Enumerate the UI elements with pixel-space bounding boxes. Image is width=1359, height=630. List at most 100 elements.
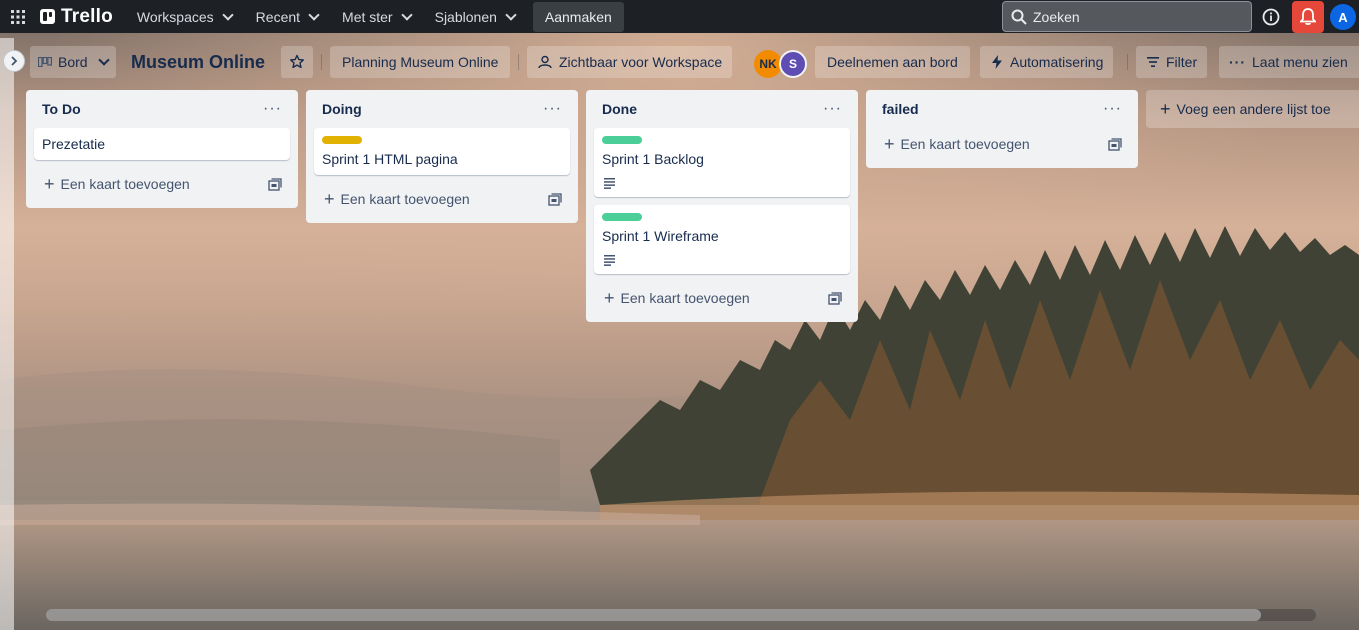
- list-doing[interactable]: Doing ··· Sprint 1 HTML pagina + Een kaa…: [306, 90, 578, 223]
- chevron-down-icon: [400, 8, 413, 21]
- menu-recent[interactable]: Recent: [246, 1, 328, 33]
- sidebar-expand-button[interactable]: [3, 50, 25, 72]
- card[interactable]: Prezetatie: [34, 128, 290, 160]
- view-switcher-button[interactable]: Bord: [30, 46, 116, 78]
- card-title: Sprint 1 HTML pagina: [322, 151, 458, 167]
- add-card-button[interactable]: + Een kaart toevoegen: [314, 183, 570, 215]
- star-icon: [290, 54, 304, 69]
- board-header: Bord Museum Online Planning Museum Onlin…: [0, 38, 1359, 86]
- show-menu-button[interactable]: ··· Laat menu zien: [1219, 46, 1359, 78]
- template-icon[interactable]: [828, 291, 842, 305]
- plus-icon: +: [1160, 99, 1171, 119]
- plus-icon: +: [44, 174, 55, 194]
- card-title: Prezetatie: [42, 136, 106, 152]
- menu-label: Sjablonen: [434, 8, 497, 25]
- list-title[interactable]: failed: [882, 101, 919, 117]
- list-actions-icon[interactable]: ···: [263, 101, 282, 117]
- description-icon: [604, 255, 615, 266]
- list-failed[interactable]: failed ··· + Een kaart toevoegen: [866, 90, 1138, 168]
- board-view-icon: [38, 57, 52, 67]
- template-icon[interactable]: [268, 177, 282, 191]
- menu-label: Met ster: [342, 8, 393, 25]
- star-board-button[interactable]: [281, 46, 313, 78]
- filter-button[interactable]: Filter: [1136, 46, 1208, 78]
- add-card-button[interactable]: + Een kaart toevoegen: [594, 282, 850, 314]
- board-title[interactable]: Museum Online: [131, 52, 265, 73]
- card-title: Sprint 1 Wireframe: [602, 228, 719, 244]
- planning-button[interactable]: Planning Museum Online: [330, 46, 511, 78]
- notifications-button[interactable]: [1292, 1, 1324, 33]
- sidebar-edge: [0, 38, 14, 630]
- chevron-down-icon: [505, 8, 517, 21]
- template-icon[interactable]: [548, 192, 562, 206]
- list-title[interactable]: Doing: [322, 101, 362, 117]
- scrollbar-thumb[interactable]: [46, 609, 1261, 621]
- top-navigation: Trello Workspaces Recent Met ster Sjablo…: [0, 0, 1359, 33]
- menu-templates[interactable]: Sjablonen: [425, 1, 525, 33]
- menu-label: Workspaces: [136, 8, 214, 25]
- card[interactable]: Sprint 1 Backlog: [594, 128, 850, 197]
- create-button[interactable]: Aanmaken: [532, 1, 624, 32]
- card-label-yellow[interactable]: [322, 136, 362, 144]
- template-icon[interactable]: [1108, 137, 1122, 151]
- divider: [321, 54, 322, 70]
- add-card-button[interactable]: + Een kaart toevoegen: [874, 128, 1130, 160]
- plus-icon: +: [324, 189, 335, 209]
- member-avatar-s[interactable]: S: [779, 50, 807, 78]
- list-actions-icon[interactable]: ···: [1103, 101, 1122, 117]
- description-icon: [604, 178, 615, 189]
- add-card-label: Een kaart toevoegen: [60, 176, 190, 192]
- chevron-right-icon: [11, 56, 18, 66]
- trello-logo[interactable]: Trello: [40, 6, 113, 28]
- app-switcher-icon[interactable]: [0, 0, 36, 33]
- list-header: failed ···: [874, 90, 1130, 128]
- menu-label: Recent: [255, 8, 301, 25]
- more-icon: ···: [1229, 54, 1246, 70]
- visibility-label: Zichtbaar voor Workspace: [559, 54, 723, 70]
- card-label-green[interactable]: [602, 213, 642, 221]
- add-card-label: Een kaart toevoegen: [340, 191, 470, 207]
- info-icon[interactable]: [1260, 6, 1282, 28]
- card[interactable]: Sprint 1 Wireframe: [594, 205, 850, 274]
- menu-workspaces[interactable]: Workspaces: [127, 1, 242, 33]
- search-placeholder: Zoeken: [1033, 8, 1080, 25]
- card[interactable]: Sprint 1 HTML pagina: [314, 128, 570, 175]
- divider: [1127, 54, 1128, 70]
- chevron-down-icon: [222, 8, 234, 21]
- add-list-label: Voeg een andere lijst toe: [1176, 101, 1331, 117]
- search-icon: [1011, 9, 1027, 25]
- divider: [518, 54, 519, 70]
- search-input[interactable]: Zoeken: [1002, 1, 1252, 32]
- list-title[interactable]: Done: [602, 101, 637, 117]
- bell-icon: [1300, 8, 1316, 26]
- lightning-icon: [992, 55, 1002, 69]
- automation-label: Automatisering: [1010, 54, 1104, 70]
- people-icon: [538, 55, 552, 69]
- card-title: Sprint 1 Backlog: [602, 151, 704, 167]
- list-todo[interactable]: To Do ··· Prezetatie + Een kaart toevoeg…: [26, 90, 298, 208]
- visibility-button[interactable]: Zichtbaar voor Workspace: [527, 46, 733, 78]
- show-menu-label: Laat menu zien: [1252, 54, 1348, 70]
- list-title[interactable]: To Do: [42, 101, 81, 117]
- plus-icon: +: [604, 288, 615, 308]
- add-list-button[interactable]: + Voeg een andere lijst toe: [1146, 90, 1359, 128]
- join-board-button[interactable]: Deelnemen aan bord: [815, 46, 970, 78]
- list-header: To Do ···: [34, 90, 290, 128]
- filter-label: Filter: [1166, 54, 1198, 70]
- plus-icon: +: [884, 134, 895, 154]
- automation-button[interactable]: Automatisering: [980, 46, 1114, 78]
- list-done[interactable]: Done ··· Sprint 1 Backlog Sprint 1 Wiref…: [586, 90, 858, 322]
- card-label-green[interactable]: [602, 136, 642, 144]
- member-avatar-nk[interactable]: NK: [754, 50, 782, 78]
- list-actions-icon[interactable]: ···: [823, 101, 842, 117]
- list-header: Doing ···: [314, 90, 570, 128]
- filter-icon: [1147, 57, 1159, 67]
- chevron-down-icon: [97, 54, 110, 66]
- add-card-label: Een kaart toevoegen: [900, 136, 1030, 152]
- list-actions-icon[interactable]: ···: [543, 101, 562, 117]
- chevron-down-icon: [308, 8, 320, 21]
- menu-starred[interactable]: Met ster: [332, 1, 421, 33]
- view-label: Bord: [58, 54, 88, 70]
- user-avatar[interactable]: A: [1330, 4, 1356, 30]
- add-card-button[interactable]: + Een kaart toevoegen: [34, 168, 290, 200]
